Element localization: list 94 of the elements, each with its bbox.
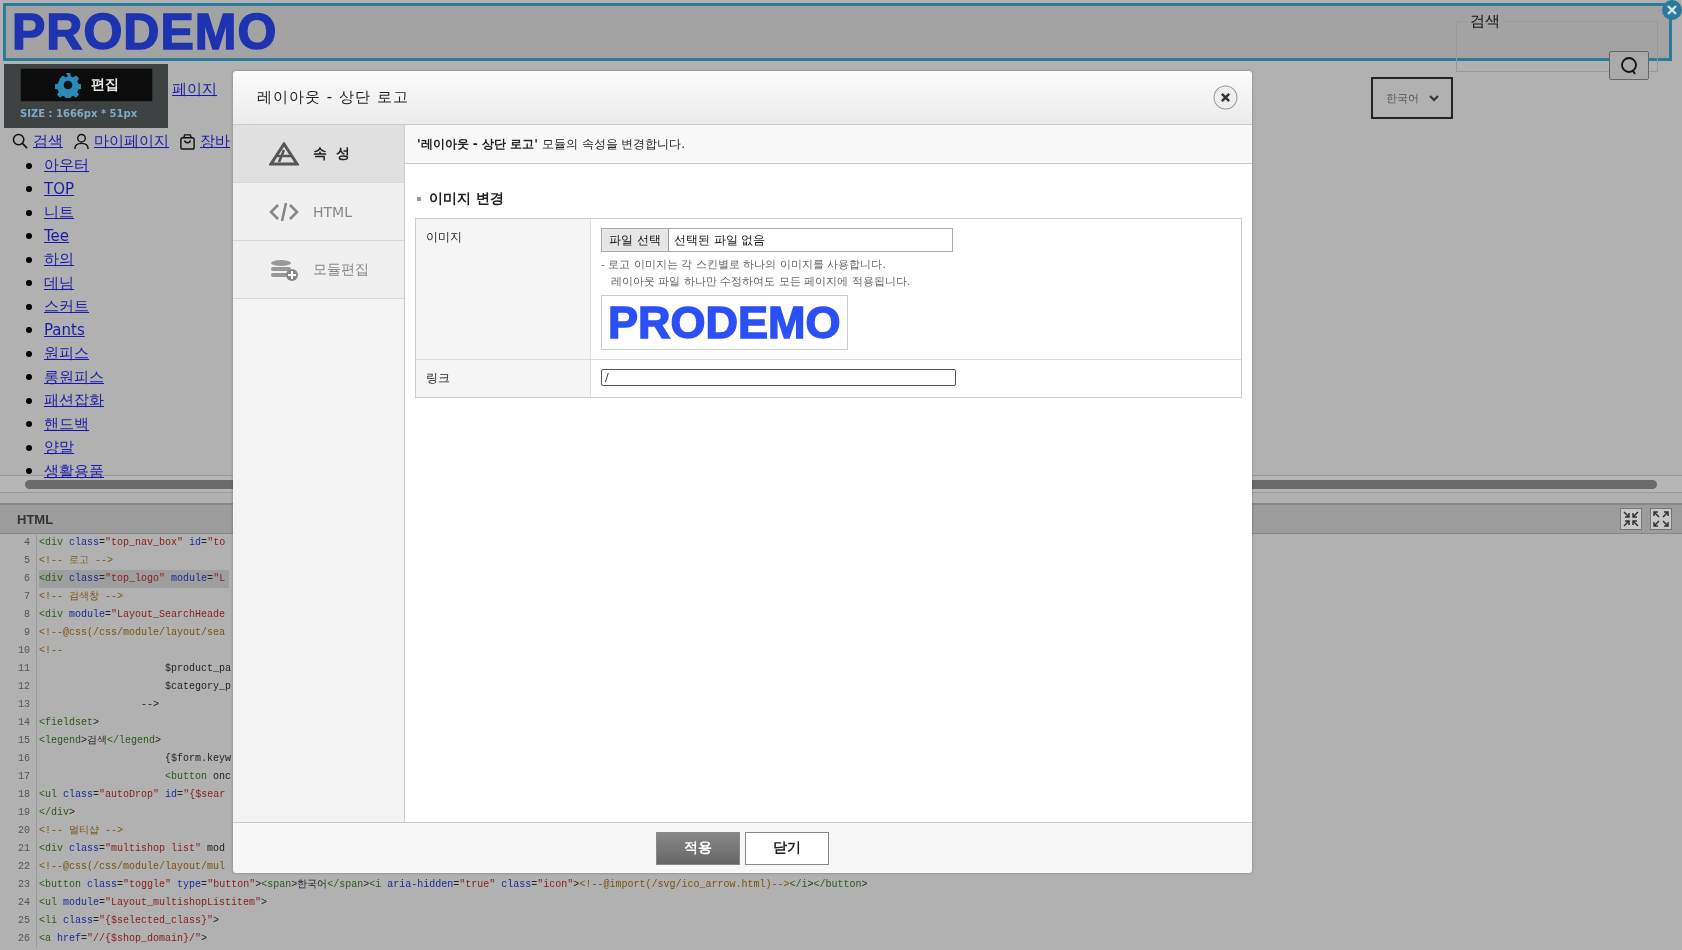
apply-button[interactable]: 적용	[656, 831, 740, 865]
help-text: 레이아웃 파일 하나만 수정하여도 모든 페이지에 적용됩니다.	[610, 274, 912, 290]
search-icon[interactable]	[12, 132, 29, 150]
field-label: 이미지	[416, 219, 591, 359]
category-link[interactable]: 니트	[44, 203, 74, 223]
line-number: 9	[0, 624, 37, 642]
line-number: 10	[0, 642, 37, 660]
line-number: 21	[0, 840, 37, 858]
size-label: SIZE : 1666px * 51px	[20, 108, 139, 119]
code-line: <ul module="Layout_multishopListitem">	[39, 896, 269, 910]
code-line: <div module="Layout_SearchHeade	[39, 608, 227, 622]
category-link[interactable]: 아우터	[44, 156, 89, 176]
line-number: 11	[0, 660, 37, 678]
logo-preview: PRODEMO	[601, 295, 848, 350]
category-link[interactable]: 원피스	[44, 344, 89, 364]
logo: PRODEMO	[12, 7, 278, 57]
line-number: 14	[0, 714, 37, 732]
help-text: - 로고 이미지는 각 스킨별로 하나의 이미지를 사용합니다.	[601, 257, 887, 273]
line-number: 6	[0, 570, 37, 588]
description-text: '레이아웃 - 상단 로고' 모듈의 속성을 변경합니다.	[417, 135, 686, 153]
bag-icon[interactable]	[179, 132, 196, 150]
category-link[interactable]: 양말	[44, 438, 74, 458]
code-line: <!-- 검색창 -->	[39, 590, 124, 604]
line-number: 12	[0, 678, 37, 696]
category-link[interactable]: Pants	[44, 321, 85, 340]
file-input[interactable]: 파일 선택 선택된 파일 없음	[601, 228, 953, 252]
code-line: <!--	[39, 644, 64, 658]
line-number: 15	[0, 732, 37, 750]
code-line: <div class="top_nav_box" id="to	[39, 536, 227, 550]
code-line: <!--@css(/css/module/layout/sea	[39, 626, 227, 640]
line-number: 7	[0, 588, 37, 606]
category-link[interactable]: 하의	[44, 250, 74, 270]
section-title: 이미지 변경	[429, 190, 504, 208]
line-number: 23	[0, 876, 37, 894]
collapse-icon[interactable]	[1620, 508, 1642, 530]
category-link[interactable]: 생활용품	[44, 461, 104, 481]
link-input[interactable]: /	[601, 369, 956, 386]
person-icon[interactable]	[73, 132, 90, 150]
code-line: <a href="//{$shop_domain}/">	[39, 932, 209, 946]
code-line: <!-- 로고 -->	[39, 554, 114, 568]
triangle-icon	[269, 141, 299, 166]
line-number: 8	[0, 606, 37, 624]
search-button[interactable]	[1609, 51, 1649, 80]
category-link[interactable]: Tee	[44, 227, 70, 246]
category-link[interactable]: TOP	[44, 180, 74, 199]
category-link[interactable]: 스커트	[44, 297, 89, 317]
line-number: 24	[0, 894, 37, 912]
line-number: 22	[0, 858, 37, 876]
code-line: <li class="{$selected_class}">	[39, 914, 221, 928]
line-number: 20	[0, 822, 37, 840]
chevron-down-icon	[1428, 94, 1439, 102]
line-number: 25	[0, 912, 37, 930]
line-number: 17	[0, 768, 37, 786]
modal-title: 레이아웃 - 상단 로고	[257, 88, 409, 107]
language-select[interactable]: 한국어	[1371, 77, 1453, 119]
code-line: <fieldset>	[39, 716, 101, 730]
panel-title: HTML	[17, 511, 54, 527]
expand-icon[interactable]	[1650, 508, 1672, 530]
category-link[interactable]: 핸드백	[44, 414, 89, 434]
code-line: <ul class="autoDrop" id="{$sear	[39, 788, 227, 802]
category-link[interactable]: 데님	[44, 273, 74, 293]
search-icon	[1619, 55, 1639, 76]
line-number: 19	[0, 804, 37, 822]
code-line: <!-- 멀티샵 -->	[39, 824, 124, 838]
category-link[interactable]: 패션잡화	[44, 391, 104, 411]
stack-add-icon	[269, 257, 299, 282]
gear-icon	[54, 72, 81, 98]
code-line: </div>	[39, 806, 77, 820]
code-line: <!--@css(/css/module/layout/mul	[39, 860, 227, 874]
edit-button[interactable]: 편집	[20, 68, 153, 102]
code-line: $category_p	[164, 680, 233, 694]
field-label: 링크	[416, 360, 591, 397]
close-button[interactable]: 닫기	[745, 831, 829, 865]
line-number: 5	[0, 552, 37, 570]
code-line: <div class="multishop list" mod	[39, 842, 227, 856]
mypage-link[interactable]: 페이지	[172, 80, 217, 99]
line-number: 16	[0, 750, 37, 768]
code-line: {$form.keyw	[164, 752, 233, 766]
line-number: 4	[0, 534, 37, 552]
code-line: <legend>검색</legend>	[39, 734, 163, 748]
cart-link[interactable]: 장바	[200, 131, 230, 151]
sidebar-tab[interactable]: 속 성	[233, 125, 404, 183]
category-link[interactable]: 롱원피스	[44, 367, 104, 387]
line-number: 18	[0, 786, 37, 804]
line-number: 13	[0, 696, 37, 714]
search-legend: 검색	[1467, 12, 1503, 31]
close-icon[interactable]	[1213, 85, 1238, 110]
code-line: $product_pa	[164, 662, 233, 676]
mypage-link[interactable]: 마이페이지	[94, 131, 169, 151]
code-line: <button class="toggle" type="button"><span>한국어</span><i aria-hidden="true" class="icon"><!--@import(/svg/ico_arrow.html)--></i></button>	[39, 878, 869, 892]
code-line: <button onc	[164, 770, 233, 784]
code-line: -->	[140, 698, 161, 712]
line-number: 26	[0, 930, 37, 948]
search-link[interactable]: 검색	[33, 131, 63, 151]
